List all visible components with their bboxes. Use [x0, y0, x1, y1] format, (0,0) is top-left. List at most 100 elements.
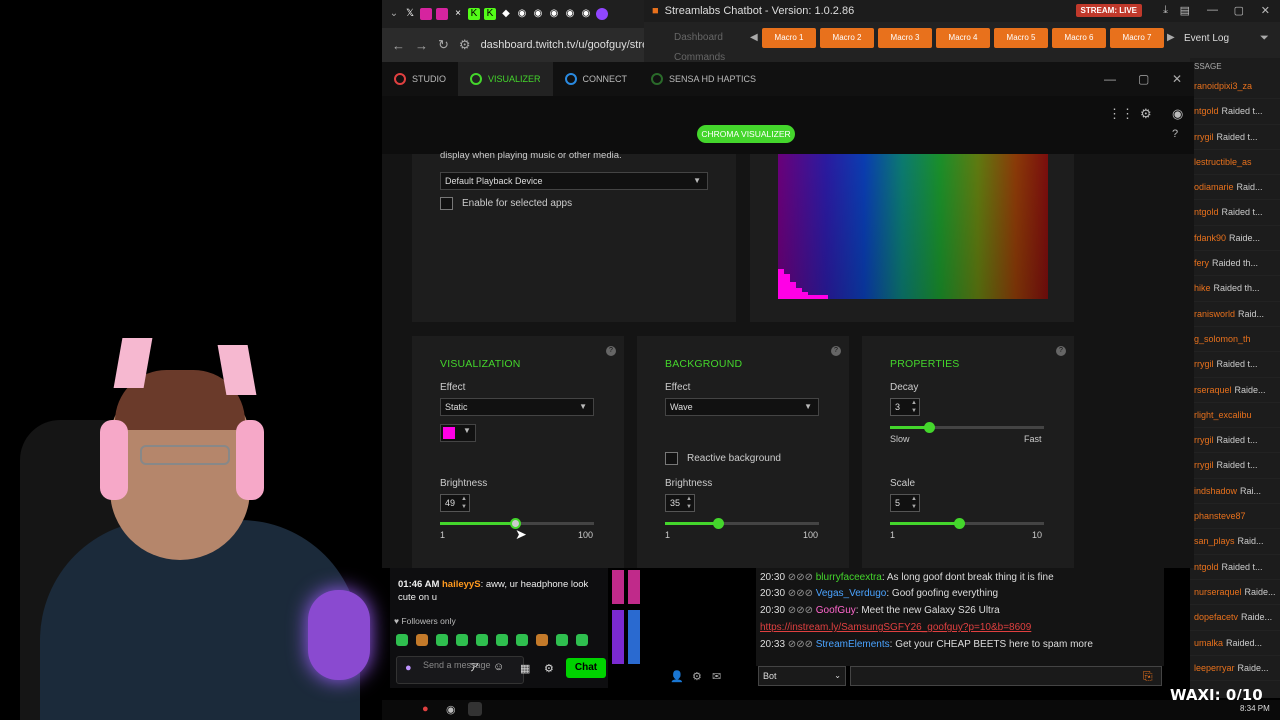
close-icon[interactable]: ✕: [1261, 4, 1270, 17]
chat-log-user[interactable]: Vegas_Verdugo: [816, 588, 887, 599]
send-icon[interactable]: ⎘: [1143, 669, 1153, 684]
tab-favicon-icon[interactable]: ◉: [516, 8, 528, 20]
event-log-row[interactable]: san_plays Raid...: [1190, 529, 1280, 555]
emote-icon[interactable]: [536, 634, 548, 646]
chat-send-button[interactable]: Chat: [566, 658, 606, 678]
enable-selected-apps-checkbox[interactable]: [440, 197, 453, 210]
close-icon[interactable]: ×: [452, 8, 464, 20]
slider-handle[interactable]: [712, 518, 724, 529]
event-log-row[interactable]: ntgold Raided t...: [1190, 200, 1280, 226]
tab-favicon-icon[interactable]: ◉: [580, 8, 592, 20]
event-log-row[interactable]: dopefacetv Raide...: [1190, 605, 1280, 631]
emote-icon[interactable]: [456, 634, 468, 646]
event-log-row[interactable]: ntgold Raided t...: [1190, 99, 1280, 125]
tab-favicon-icon[interactable]: ◆: [500, 8, 512, 20]
help-icon[interactable]: ?: [606, 346, 616, 356]
chat-log-user[interactable]: StreamElements: [816, 639, 890, 650]
emote-icon[interactable]: [496, 634, 508, 646]
event-log-row[interactable]: rrygil Raided t...: [1190, 125, 1280, 150]
macro-7-button[interactable]: Macro 7: [1110, 28, 1164, 48]
slider-handle[interactable]: [923, 422, 935, 433]
visualization-effect-select[interactable]: Static ▼: [440, 398, 594, 416]
event-log-row[interactable]: rseraquel Raide...: [1190, 378, 1280, 403]
kick-favicon-icon[interactable]: K: [484, 8, 496, 20]
gear-icon[interactable]: ⚙: [692, 670, 702, 683]
emote-icon[interactable]: [576, 634, 588, 646]
event-log-row[interactable]: nurseraquel Raide...: [1190, 580, 1280, 606]
help-icon[interactable]: ?: [1056, 346, 1066, 356]
active-app-icon[interactable]: [468, 702, 482, 716]
mail-icon[interactable]: ✉: [712, 670, 721, 683]
tab-sensa-hd-haptics[interactable]: SENSA HD HAPTICS: [639, 62, 768, 96]
gear-icon[interactable]: ⚙: [1140, 106, 1152, 122]
chat-username[interactable]: haileyyS: [442, 579, 481, 590]
event-log-row[interactable]: rlight_excalibu: [1190, 403, 1280, 429]
macro-4-button[interactable]: Macro 4: [936, 28, 990, 48]
help-icon[interactable]: ?: [831, 346, 841, 356]
expand-icon[interactable]: ▶: [1167, 32, 1175, 43]
tab-connect[interactable]: CONNECT: [553, 62, 640, 96]
background-brightness-slider[interactable]: [665, 518, 819, 529]
tab-favicon-icon[interactable]: ◉: [548, 8, 560, 20]
visualization-brightness-input[interactable]: 49 ▲ ▼: [440, 494, 470, 512]
minimize-icon[interactable]: —: [1207, 4, 1218, 16]
event-log-row[interactable]: indshadow Rai...: [1190, 479, 1280, 505]
scale-slider[interactable]: [890, 518, 1044, 529]
translate-icon[interactable]: ア: [469, 663, 479, 674]
bot-message-input[interactable]: [850, 666, 1162, 686]
event-log-row[interactable]: odiamarie Raid...: [1190, 175, 1280, 201]
macro-5-button[interactable]: Macro 5: [994, 28, 1048, 48]
twitch-favicon-icon[interactable]: [596, 8, 608, 20]
minimize-icon[interactable]: —: [1104, 72, 1116, 86]
nav-dashboard[interactable]: Dashboard: [650, 28, 725, 48]
moderation-icon[interactable]: ⊘⊘⊘: [785, 572, 816, 583]
decay-input[interactable]: 3 ▲ ▼: [890, 398, 920, 416]
apps-grid-icon[interactable]: ⋮⋮: [1108, 106, 1134, 122]
emote-icon[interactable]: [516, 634, 528, 646]
reload-icon[interactable]: ↻: [438, 37, 449, 53]
emote-icon[interactable]: [476, 634, 488, 646]
event-log-row[interactable]: rrygil Raided t...: [1190, 428, 1280, 454]
filter-icon[interactable]: ⏷: [1260, 32, 1269, 45]
maximize-icon[interactable]: ▢: [1138, 72, 1149, 86]
event-log-row[interactable]: fdank90 Raide...: [1190, 226, 1280, 252]
help-icon[interactable]: ?: [1172, 128, 1178, 140]
event-log-row[interactable]: hike Raided th...: [1190, 276, 1280, 302]
chat-log-link[interactable]: https://instream.ly/SamsungSGFY26_goofgu…: [760, 622, 1031, 633]
chroma-visualizer-button[interactable]: CHROMA VISUALIZER: [697, 125, 795, 143]
back-arrow-icon[interactable]: ←: [392, 38, 405, 53]
maximize-icon[interactable]: ▢: [1234, 4, 1244, 17]
close-icon[interactable]: ✕: [1172, 72, 1182, 86]
event-log-row[interactable]: phansteve87: [1190, 504, 1280, 530]
user-icon[interactable]: 👤: [670, 670, 684, 683]
scale-input[interactable]: 5 ▲ ▼: [890, 494, 920, 512]
collapse-icon[interactable]: ◀: [750, 32, 758, 43]
bot-account-select[interactable]: Bot ⌄: [758, 666, 846, 686]
event-log-row[interactable]: g_solomon_th: [1190, 327, 1280, 353]
chat-log-user[interactable]: GoofGuy: [816, 605, 856, 616]
emoji-icon[interactable]: ☺: [493, 662, 504, 673]
moderation-icon[interactable]: ⊘⊘⊘: [785, 639, 816, 650]
store-icon[interactable]: ▦: [520, 662, 530, 675]
emote-icon[interactable]: [416, 634, 428, 646]
event-log-row[interactable]: leeperryar Raide...: [1190, 656, 1280, 682]
event-log-row[interactable]: rrygil Raided t...: [1190, 352, 1280, 378]
download-icon[interactable]: ⤓: [1163, 4, 1168, 17]
gear-icon[interactable]: ⚙: [544, 662, 554, 675]
kick-favicon-icon[interactable]: K: [468, 8, 480, 20]
tab-favicon-icon[interactable]: ◉: [564, 8, 576, 20]
event-log-row[interactable]: rrygil Raided t...: [1190, 453, 1280, 479]
instagram-favicon-icon[interactable]: [436, 8, 448, 20]
event-log-row[interactable]: ranoidpixi3_za: [1190, 74, 1280, 100]
slider-handle[interactable]: [954, 518, 966, 529]
chat-message-input[interactable]: ● Send a message ア ☺: [396, 656, 524, 684]
profile-icon[interactable]: ◉: [1172, 106, 1183, 122]
emote-icon[interactable]: [396, 634, 408, 646]
macro-1-button[interactable]: Macro 1: [762, 28, 816, 48]
macro-2-button[interactable]: Macro 2: [820, 28, 874, 48]
event-log-row[interactable]: ntgold Raided t...: [1190, 555, 1280, 580]
event-log-row[interactable]: fery Raided th...: [1190, 251, 1280, 277]
moderation-icon[interactable]: ⊘⊘⊘: [785, 588, 816, 599]
tab-visualizer[interactable]: VISUALIZER: [458, 62, 553, 96]
tab-favicon-icon[interactable]: ◉: [532, 8, 544, 20]
